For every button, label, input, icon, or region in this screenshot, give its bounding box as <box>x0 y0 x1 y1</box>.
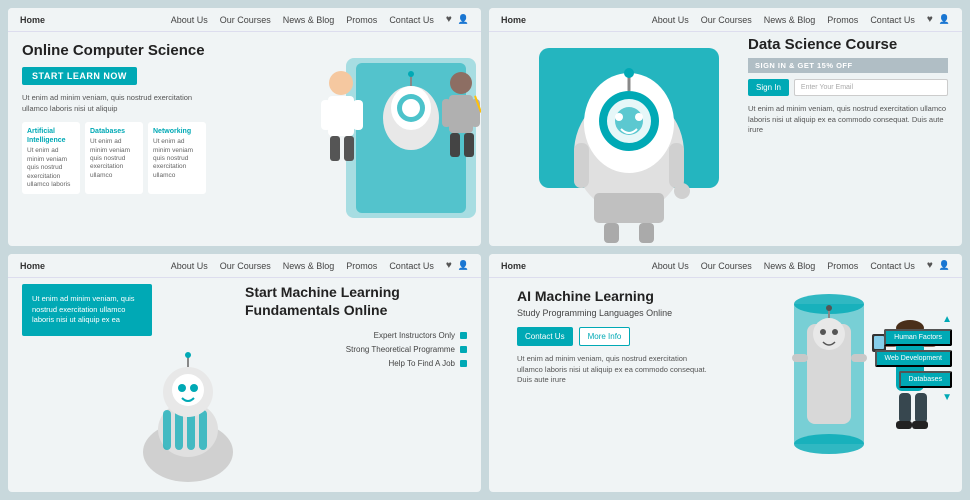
nav-1: Home About Us Our Courses News & Blog Pr… <box>8 8 481 32</box>
nav-news-4[interactable]: News & Blog <box>764 261 816 271</box>
content-3: Start Machine Learning Fundamentals Onli… <box>231 274 481 383</box>
contact-button[interactable]: Contact Us <box>517 327 573 346</box>
user-icon-4[interactable] <box>939 260 950 271</box>
nav-about-2[interactable]: About Us <box>652 15 689 25</box>
feature-2-dot <box>460 346 467 353</box>
tag-web-dev[interactable]: Web Development <box>875 350 952 367</box>
email-input[interactable]: Enter Your Email <box>794 79 948 96</box>
nav-contact-2[interactable]: Contact Us <box>870 15 915 25</box>
page-title-3: Start Machine Learning Fundamentals Onli… <box>245 284 467 319</box>
content-2: Data Science Course SIGN IN & GET 15% OF… <box>748 36 948 136</box>
heart-icon-4[interactable] <box>927 260 933 271</box>
card-ai-text: Ut enim ad minim veniam quis nostrud exe… <box>27 147 75 189</box>
panel-online-cs: Home About Us Our Courses News & Blog Pr… <box>8 8 481 246</box>
user-icon-2[interactable] <box>939 14 950 25</box>
card-ai-title: Artificial Intelligence <box>27 127 75 145</box>
signin-row: Sign In Enter Your Email <box>748 79 948 96</box>
robot-illustration-3 <box>8 332 158 492</box>
card-db: Databases Ut enim ad minim veniam quis n… <box>85 122 143 194</box>
promo-bar: SIGN IN & GET 15% OFF <box>748 58 948 73</box>
heart-icon-2[interactable] <box>927 14 933 25</box>
description-1: Ut enim ad minim veniam, quis nostrud ex… <box>22 93 217 114</box>
nav-4: Home About Us Our Courses News & Blog Pr… <box>489 254 962 278</box>
nav-courses-2[interactable]: Our Courses <box>701 15 752 25</box>
sidebar-tags: ▲ Human Factors Web Development Database… <box>875 314 952 403</box>
nav-contact-3[interactable]: Contact Us <box>389 261 434 271</box>
feature-3-dot <box>460 360 467 367</box>
nav-promos-3[interactable]: Promos <box>346 261 377 271</box>
user-icon-1[interactable] <box>458 14 469 25</box>
panel-ai-ml: Home About Us Our Courses News & Blog Pr… <box>489 254 962 492</box>
arrow-up-icon[interactable]: ▲ <box>942 314 952 325</box>
nav-promos-2[interactable]: Promos <box>827 15 858 25</box>
nav-2: Home About Us Our Courses News & Blog Pr… <box>489 8 962 32</box>
feature-3: Help To Find A Job <box>245 359 467 368</box>
content-1: Online Computer Science START LEARN NOW … <box>8 32 481 204</box>
tag-databases[interactable]: Databases <box>899 371 952 388</box>
feature-3-text: Help To Find A Job <box>388 359 455 368</box>
card-ai: Artificial Intelligence Ut enim ad minim… <box>22 122 80 194</box>
card-net-text: Ut enim ad minim veniam quis nostrud exe… <box>153 138 201 180</box>
feature-2-text: Strong Theoretical Programme <box>346 345 455 354</box>
cta-button-1[interactable]: START LEARN NOW <box>22 67 137 85</box>
user-icon-3[interactable] <box>458 260 469 271</box>
nav-news-3[interactable]: News & Blog <box>283 261 335 271</box>
nav-contact-1[interactable]: Contact Us <box>389 15 434 25</box>
card-db-title: Databases <box>90 127 138 136</box>
nav-home-3[interactable]: Home <box>20 261 45 271</box>
feature-1: Expert Instructors Only <box>245 331 467 340</box>
panel-ml-fundamentals: Home About Us Our Courses News & Blog Pr… <box>8 254 481 492</box>
tag-human-factors[interactable]: Human Factors <box>884 329 952 346</box>
card-net: Networking Ut enim ad minim veniam quis … <box>148 122 206 194</box>
feature-cards: Artificial Intelligence Ut enim ad minim… <box>22 122 467 194</box>
page-title-2: Data Science Course <box>748 36 948 54</box>
content-4: AI Machine Learning Study Programming La… <box>503 278 733 396</box>
button-row-4: Contact Us More Info <box>517 327 719 346</box>
panel-data-science: Home About Us Our Courses News & Blog Pr… <box>489 8 962 246</box>
heart-icon-1[interactable] <box>446 14 452 25</box>
subheading-4: Study Programming Languages Online <box>517 308 719 320</box>
signin-button[interactable]: Sign In <box>748 79 789 96</box>
nav-courses-4[interactable]: Our Courses <box>701 261 752 271</box>
nav-courses-1[interactable]: Our Courses <box>220 15 271 25</box>
card-net-title: Networking <box>153 127 201 136</box>
description-2: Ut enim ad minim veniam, quis nostrud ex… <box>748 104 948 136</box>
illustration-2 <box>519 33 739 246</box>
robot-illustration-4 <box>782 274 877 474</box>
nav-3: Home About Us Our Courses News & Blog Pr… <box>8 254 481 278</box>
nav-home-4[interactable]: Home <box>501 261 526 271</box>
nav-about-4[interactable]: About Us <box>652 261 689 271</box>
description-4: Ut enim ad minim veniam, quis nostrud ex… <box>517 354 707 386</box>
nav-about-1[interactable]: About Us <box>171 15 208 25</box>
feature-1-dot <box>460 332 467 339</box>
nav-news-2[interactable]: News & Blog <box>764 15 816 25</box>
nav-home-1[interactable]: Home <box>20 15 45 25</box>
page-title-1: Online Computer Science <box>22 42 222 60</box>
feature-1-text: Expert Instructors Only <box>374 331 455 340</box>
nav-about-3[interactable]: About Us <box>171 261 208 271</box>
feature-2: Strong Theoretical Programme <box>245 345 467 354</box>
nav-promos-1[interactable]: Promos <box>346 15 377 25</box>
nav-news-1[interactable]: News & Blog <box>283 15 335 25</box>
heart-icon-3[interactable] <box>446 260 452 271</box>
more-info-button[interactable]: More Info <box>579 327 631 346</box>
nav-courses-3[interactable]: Our Courses <box>220 261 271 271</box>
card-db-text: Ut enim ad minim veniam quis nostrud exe… <box>90 138 138 180</box>
nav-promos-4[interactable]: Promos <box>827 261 858 271</box>
nav-contact-4[interactable]: Contact Us <box>870 261 915 271</box>
page-title-4: AI Machine Learning <box>517 288 719 305</box>
arrow-down-icon[interactable]: ▼ <box>942 392 952 403</box>
nav-home-2[interactable]: Home <box>501 15 526 25</box>
